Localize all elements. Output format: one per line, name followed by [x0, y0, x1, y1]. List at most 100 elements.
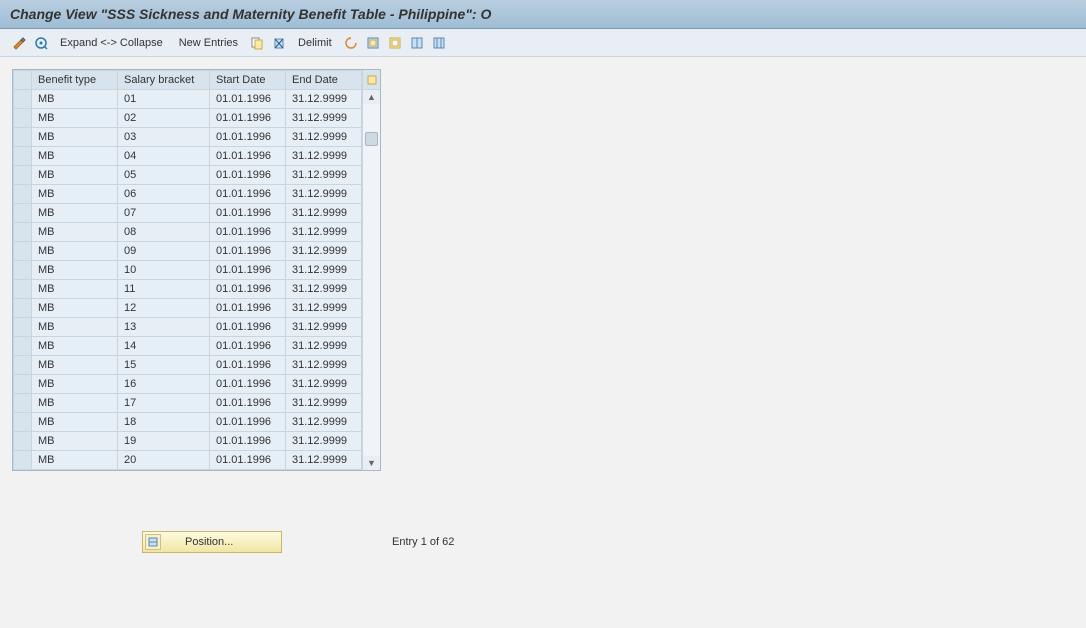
- cell-start-date[interactable]: 01.01.1996: [210, 356, 286, 375]
- vertical-scrollbar[interactable]: ▲ ▼: [362, 70, 380, 470]
- cell-salary-bracket[interactable]: 04: [118, 147, 210, 166]
- cell-salary-bracket[interactable]: 16: [118, 375, 210, 394]
- scroll-track[interactable]: [363, 104, 380, 456]
- cell-start-date[interactable]: 01.01.1996: [210, 223, 286, 242]
- table-row[interactable]: MB0701.01.199631.12.9999: [14, 204, 362, 223]
- cell-start-date[interactable]: 01.01.1996: [210, 432, 286, 451]
- table-row[interactable]: MB1901.01.199631.12.9999: [14, 432, 362, 451]
- cell-end-date[interactable]: 31.12.9999: [286, 375, 362, 394]
- cell-benefit-type[interactable]: MB: [32, 166, 118, 185]
- cell-start-date[interactable]: 01.01.1996: [210, 166, 286, 185]
- cell-start-date[interactable]: 01.01.1996: [210, 109, 286, 128]
- row-selector[interactable]: [14, 299, 32, 318]
- table-row[interactable]: MB0501.01.199631.12.9999: [14, 166, 362, 185]
- cell-end-date[interactable]: 31.12.9999: [286, 432, 362, 451]
- cell-salary-bracket[interactable]: 12: [118, 299, 210, 318]
- row-selector-header[interactable]: [14, 71, 32, 90]
- cell-benefit-type[interactable]: MB: [32, 242, 118, 261]
- table-row[interactable]: MB1701.01.199631.12.9999: [14, 394, 362, 413]
- row-selector[interactable]: [14, 166, 32, 185]
- cell-start-date[interactable]: 01.01.1996: [210, 128, 286, 147]
- cell-benefit-type[interactable]: MB: [32, 356, 118, 375]
- row-selector[interactable]: [14, 128, 32, 147]
- table-row[interactable]: MB0801.01.199631.12.9999: [14, 223, 362, 242]
- row-selector[interactable]: [14, 147, 32, 166]
- table-row[interactable]: MB1201.01.199631.12.9999: [14, 299, 362, 318]
- table-row[interactable]: MB0101.01.199631.12.9999: [14, 90, 362, 109]
- table-settings-icon[interactable]: [363, 70, 380, 90]
- select-all-icon[interactable]: [364, 34, 382, 52]
- cell-salary-bracket[interactable]: 02: [118, 109, 210, 128]
- cell-benefit-type[interactable]: MB: [32, 375, 118, 394]
- cell-start-date[interactable]: 01.01.1996: [210, 280, 286, 299]
- cell-benefit-type[interactable]: MB: [32, 90, 118, 109]
- cell-end-date[interactable]: 31.12.9999: [286, 242, 362, 261]
- row-selector[interactable]: [14, 318, 32, 337]
- table-row[interactable]: MB2001.01.199631.12.9999: [14, 451, 362, 470]
- cell-benefit-type[interactable]: MB: [32, 318, 118, 337]
- table-row[interactable]: MB0401.01.199631.12.9999: [14, 147, 362, 166]
- cell-end-date[interactable]: 31.12.9999: [286, 413, 362, 432]
- cell-start-date[interactable]: 01.01.1996: [210, 451, 286, 470]
- cell-end-date[interactable]: 31.12.9999: [286, 318, 362, 337]
- table-row[interactable]: MB0601.01.199631.12.9999: [14, 185, 362, 204]
- row-selector[interactable]: [14, 432, 32, 451]
- cell-benefit-type[interactable]: MB: [32, 337, 118, 356]
- table-row[interactable]: MB1301.01.199631.12.9999: [14, 318, 362, 337]
- cell-end-date[interactable]: 31.12.9999: [286, 394, 362, 413]
- row-selector[interactable]: [14, 280, 32, 299]
- col-benefit-type[interactable]: Benefit type: [32, 71, 118, 90]
- table-row[interactable]: MB1401.01.199631.12.9999: [14, 337, 362, 356]
- cell-salary-bracket[interactable]: 11: [118, 280, 210, 299]
- table-row[interactable]: MB1501.01.199631.12.9999: [14, 356, 362, 375]
- cell-start-date[interactable]: 01.01.1996: [210, 394, 286, 413]
- cell-benefit-type[interactable]: MB: [32, 109, 118, 128]
- cell-end-date[interactable]: 31.12.9999: [286, 299, 362, 318]
- row-selector[interactable]: [14, 242, 32, 261]
- cell-salary-bracket[interactable]: 08: [118, 223, 210, 242]
- row-selector[interactable]: [14, 394, 32, 413]
- cell-salary-bracket[interactable]: 15: [118, 356, 210, 375]
- position-button[interactable]: Position...: [142, 531, 282, 553]
- deselect-all-icon[interactable]: [386, 34, 404, 52]
- scroll-up-icon[interactable]: ▲: [367, 90, 376, 104]
- cell-salary-bracket[interactable]: 03: [118, 128, 210, 147]
- cell-salary-bracket[interactable]: 05: [118, 166, 210, 185]
- row-selector[interactable]: [14, 185, 32, 204]
- col-salary-bracket[interactable]: Salary bracket: [118, 71, 210, 90]
- cell-salary-bracket[interactable]: 14: [118, 337, 210, 356]
- cell-start-date[interactable]: 01.01.1996: [210, 204, 286, 223]
- row-selector[interactable]: [14, 337, 32, 356]
- table-row[interactable]: MB1801.01.199631.12.9999: [14, 413, 362, 432]
- cell-start-date[interactable]: 01.01.1996: [210, 299, 286, 318]
- cell-benefit-type[interactable]: MB: [32, 299, 118, 318]
- table-row[interactable]: MB0301.01.199631.12.9999: [14, 128, 362, 147]
- cell-end-date[interactable]: 31.12.9999: [286, 356, 362, 375]
- row-selector[interactable]: [14, 90, 32, 109]
- row-selector[interactable]: [14, 413, 32, 432]
- cell-end-date[interactable]: 31.12.9999: [286, 223, 362, 242]
- cell-salary-bracket[interactable]: 13: [118, 318, 210, 337]
- cell-end-date[interactable]: 31.12.9999: [286, 204, 362, 223]
- row-selector[interactable]: [14, 261, 32, 280]
- cell-salary-bracket[interactable]: 19: [118, 432, 210, 451]
- delete-icon[interactable]: [270, 34, 288, 52]
- cell-benefit-type[interactable]: MB: [32, 394, 118, 413]
- row-selector[interactable]: [14, 356, 32, 375]
- scroll-thumb[interactable]: [365, 132, 378, 146]
- table-row[interactable]: MB1601.01.199631.12.9999: [14, 375, 362, 394]
- cell-benefit-type[interactable]: MB: [32, 261, 118, 280]
- cell-start-date[interactable]: 01.01.1996: [210, 242, 286, 261]
- cell-start-date[interactable]: 01.01.1996: [210, 90, 286, 109]
- cell-end-date[interactable]: 31.12.9999: [286, 90, 362, 109]
- cell-salary-bracket[interactable]: 18: [118, 413, 210, 432]
- cell-end-date[interactable]: 31.12.9999: [286, 166, 362, 185]
- cell-benefit-type[interactable]: MB: [32, 147, 118, 166]
- new-entries-button[interactable]: New Entries: [179, 37, 238, 49]
- cell-start-date[interactable]: 01.01.1996: [210, 185, 286, 204]
- cell-end-date[interactable]: 31.12.9999: [286, 337, 362, 356]
- cell-end-date[interactable]: 31.12.9999: [286, 451, 362, 470]
- cell-start-date[interactable]: 01.01.1996: [210, 318, 286, 337]
- row-selector[interactable]: [14, 223, 32, 242]
- row-selector[interactable]: [14, 204, 32, 223]
